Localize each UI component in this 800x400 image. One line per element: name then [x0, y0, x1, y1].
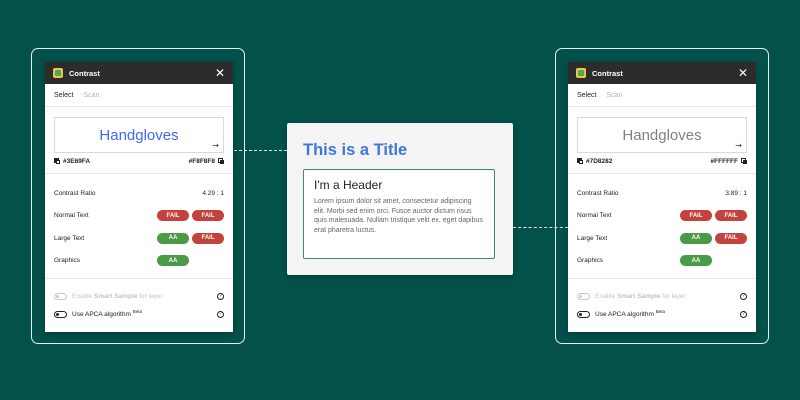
options-section: Enable Smart Sample for layer ? Use APCA…: [45, 279, 233, 331]
text-preview: Handgloves →: [54, 117, 224, 153]
smart-sample-label: Enable Smart Sample for layer: [595, 292, 686, 300]
preview-section: Handgloves → #7D8282 #FFFFFF: [568, 107, 756, 174]
window-title: Contrast: [69, 68, 100, 78]
background-color[interactable]: #F8F8F8: [189, 158, 224, 165]
contrast-plugin-right: Contrast ✕ Select Scan Handgloves → #7D8…: [568, 62, 756, 332]
background-hex: #F8F8F8: [188, 158, 215, 165]
foreground-color[interactable]: #7D8282: [577, 158, 612, 165]
smart-sample-toggle[interactable]: [577, 292, 590, 300]
results-section: Contrast Ratio 3.89 : 1 Normal Text FAIL…: [568, 174, 756, 279]
preview-section: Handgloves → #3E69FA #F8F8F8: [45, 107, 233, 174]
status-badge: FAIL: [715, 210, 747, 222]
large-text-row: Large Text AA FAIL: [577, 227, 747, 250]
card-header: I'm a Header: [314, 178, 383, 192]
color-values: #7D8282 #FFFFFF: [577, 158, 747, 165]
normal-text-row: Normal Text FAIL FAIL: [54, 205, 224, 228]
options-section: Enable Smart Sample for layer ? Use APCA…: [568, 279, 756, 331]
background-color[interactable]: #FFFFFF: [711, 158, 747, 165]
status-badge: AA: [680, 255, 712, 267]
background-swatch-icon: [218, 158, 224, 165]
row-label: Large Text: [54, 234, 85, 242]
preview-text: Handgloves: [622, 126, 702, 144]
apca-label: Use APCA algorithm Beta: [72, 309, 142, 319]
tab-scan[interactable]: Scan: [606, 92, 622, 99]
close-icon[interactable]: ✕: [738, 67, 748, 79]
status-badge: AA: [157, 232, 189, 244]
right-connector: [513, 227, 568, 228]
row-label: Graphics: [577, 257, 604, 265]
color-values: #3E69FA #F8F8F8: [54, 158, 224, 165]
results-section: Contrast Ratio 4.29 : 1 Normal Text FAIL…: [45, 174, 233, 279]
background-hex: #FFFFFF: [710, 158, 738, 165]
status-badge: AA: [680, 232, 712, 244]
contrast-ratio-value: 4.29 : 1: [202, 189, 224, 197]
card-inner-box: I'm a Header Lorem ipsum dolor sit amet,…: [303, 169, 495, 259]
contrast-ratio-value: 3.89 : 1: [725, 189, 747, 197]
contrast-logo-icon: [53, 68, 63, 78]
foreground-hex: #3E69FA: [63, 158, 91, 165]
titlebar: Contrast ✕: [568, 62, 756, 84]
text-preview: Handgloves →: [577, 117, 747, 153]
card-body-text: Lorem ipsum dolor sit amet, consectetur …: [314, 198, 483, 234]
foreground-hex: #7D8282: [586, 158, 613, 165]
smart-sample-label: Enable Smart Sample for layer: [72, 292, 163, 300]
row-label: Large Text: [577, 234, 608, 242]
apca-toggle[interactable]: [54, 310, 67, 318]
contrast-logo-icon: [576, 68, 586, 78]
smart-sample-option: Enable Smart Sample for layer ?: [577, 287, 747, 305]
tab-scan[interactable]: Scan: [83, 92, 99, 99]
large-text-row: Large Text AA FAIL: [54, 227, 224, 250]
foreground-color[interactable]: #3E69FA: [54, 158, 90, 165]
preview-text: Handgloves: [99, 126, 179, 144]
row-label: Normal Text: [577, 212, 612, 220]
arrow-right-icon[interactable]: →: [212, 141, 219, 150]
contrast-ratio-label: Contrast Ratio: [54, 189, 96, 197]
contrast-plugin-left: Contrast ✕ Select Scan Handgloves → #3E6…: [45, 62, 233, 332]
contrast-ratio-row: Contrast Ratio 4.29 : 1: [54, 182, 224, 205]
smart-sample-option: Enable Smart Sample for layer ?: [54, 287, 224, 305]
help-icon[interactable]: ?: [740, 292, 747, 300]
status-badge: AA: [157, 255, 189, 267]
titlebar: Contrast ✕: [45, 62, 233, 84]
apca-option: Use APCA algorithm Beta ?: [54, 305, 224, 323]
smart-sample-toggle[interactable]: [54, 292, 67, 300]
tab-bar: Select Scan: [568, 84, 756, 107]
close-icon[interactable]: ✕: [215, 67, 225, 79]
apca-label: Use APCA algorithm Beta: [595, 309, 665, 319]
background-swatch-icon: [741, 158, 747, 165]
arrow-right-icon[interactable]: →: [735, 141, 742, 150]
status-badge: FAIL: [192, 210, 224, 222]
window-title: Contrast: [592, 68, 623, 78]
left-connector: [224, 150, 287, 151]
help-icon[interactable]: ?: [217, 310, 224, 318]
apca-toggle[interactable]: [577, 310, 590, 318]
tab-select[interactable]: Select: [577, 92, 596, 99]
help-icon[interactable]: ?: [740, 310, 747, 318]
tab-select[interactable]: Select: [54, 92, 73, 99]
foreground-swatch-icon: [577, 158, 583, 165]
foreground-swatch-icon: [54, 158, 60, 165]
normal-text-row: Normal Text FAIL FAIL: [577, 205, 747, 228]
card-title: This is a Title: [303, 141, 408, 159]
status-badge: FAIL: [680, 210, 712, 222]
status-badge: FAIL: [715, 232, 747, 244]
contrast-ratio-label: Contrast Ratio: [577, 189, 619, 197]
row-label: Normal Text: [54, 212, 89, 220]
row-label: Graphics: [54, 257, 81, 265]
graphics-row: Graphics AA: [54, 250, 224, 273]
sample-card: This is a Title I'm a Header Lorem ipsum…: [287, 123, 513, 275]
contrast-ratio-row: Contrast Ratio 3.89 : 1: [577, 182, 747, 205]
badge-spacer: [192, 255, 224, 266]
status-badge: FAIL: [192, 232, 224, 244]
status-badge: FAIL: [157, 210, 189, 222]
apca-option: Use APCA algorithm Beta ?: [577, 305, 747, 323]
tab-bar: Select Scan: [45, 84, 233, 107]
help-icon[interactable]: ?: [217, 292, 224, 300]
graphics-row: Graphics AA: [577, 250, 747, 273]
badge-spacer: [715, 255, 747, 266]
